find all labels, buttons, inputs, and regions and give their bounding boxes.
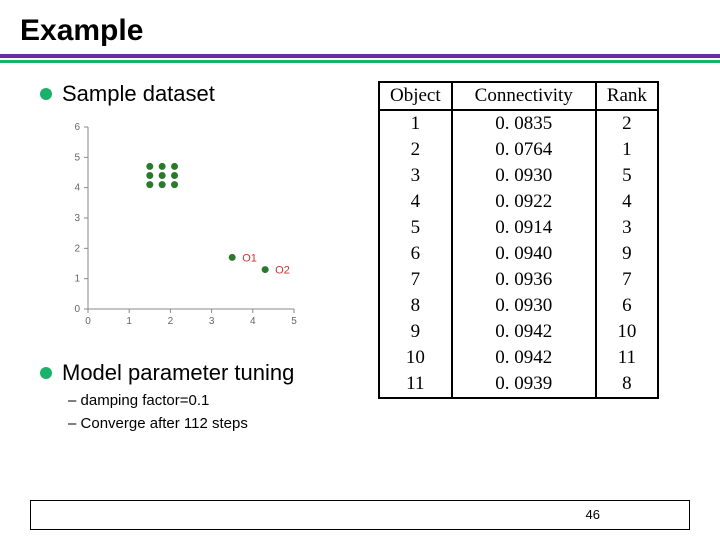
bullet-sample-dataset: Sample dataset bbox=[40, 81, 370, 107]
svg-text:1: 1 bbox=[126, 316, 132, 327]
svg-text:2: 2 bbox=[168, 316, 174, 327]
sub-converge: Converge after 112 steps bbox=[68, 415, 370, 432]
col-object: Object bbox=[379, 82, 452, 110]
svg-text:0: 0 bbox=[85, 316, 91, 327]
bullet-model-tuning: Model parameter tuning bbox=[40, 360, 370, 386]
svg-text:5: 5 bbox=[291, 316, 297, 327]
table-row: 60. 09409 bbox=[379, 241, 658, 267]
table-row: 80. 09306 bbox=[379, 293, 658, 319]
results-table: Object Connectivity Rank 10. 0835220. 07… bbox=[378, 81, 659, 399]
svg-text:1: 1 bbox=[74, 274, 80, 285]
table-row: 100. 094211 bbox=[379, 345, 658, 371]
svg-text:4: 4 bbox=[74, 183, 80, 194]
svg-text:O2: O2 bbox=[275, 265, 290, 277]
col-rank: Rank bbox=[596, 82, 658, 110]
svg-text:2: 2 bbox=[74, 243, 80, 254]
table-row: 40. 09224 bbox=[379, 189, 658, 215]
table-body: 10. 0835220. 0764130. 0930540. 0922450. … bbox=[379, 110, 658, 398]
bullet-text: Sample dataset bbox=[62, 81, 215, 107]
slide-title: Example bbox=[0, 0, 720, 54]
svg-text:5: 5 bbox=[74, 152, 80, 163]
svg-text:3: 3 bbox=[74, 213, 80, 224]
table-row: 20. 07641 bbox=[379, 137, 658, 163]
svg-text:6: 6 bbox=[74, 122, 80, 133]
sub-damping: damping factor=0.1 bbox=[68, 392, 370, 409]
col-connectivity: Connectivity bbox=[452, 82, 596, 110]
bullet-text: Model parameter tuning bbox=[62, 360, 294, 386]
svg-text:3: 3 bbox=[209, 316, 215, 327]
bullet-icon bbox=[40, 88, 52, 100]
divider-purple bbox=[0, 54, 720, 58]
table-row: 50. 09143 bbox=[379, 215, 658, 241]
svg-text:O1: O1 bbox=[242, 252, 257, 264]
table-header-row: Object Connectivity Rank bbox=[379, 82, 658, 110]
table-row: 90. 094210 bbox=[379, 319, 658, 345]
scatter-chart: 0 1 2 3 4 5 0 1 2 3 4 5 6 O1 O2 bbox=[60, 121, 300, 331]
page-number: 46 bbox=[586, 507, 600, 522]
bullet-icon bbox=[40, 367, 52, 379]
table-row: 10. 08352 bbox=[379, 110, 658, 137]
table-row: 110. 09398 bbox=[379, 371, 658, 398]
table-row: 30. 09305 bbox=[379, 163, 658, 189]
table-row: 70. 09367 bbox=[379, 267, 658, 293]
svg-text:0: 0 bbox=[74, 304, 80, 315]
svg-text:4: 4 bbox=[250, 316, 256, 327]
